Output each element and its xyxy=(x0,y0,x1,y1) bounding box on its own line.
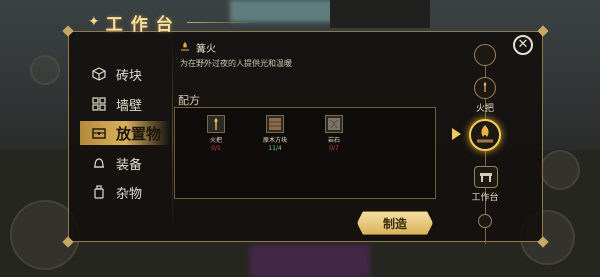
rail-node-previous[interactable] xyxy=(474,44,496,66)
ingredient-count: 11/4 xyxy=(268,145,282,152)
item-header: 篝火 xyxy=(180,40,216,55)
rail-node-torch[interactable] xyxy=(474,77,496,99)
bell-icon xyxy=(92,156,106,170)
campfire-icon xyxy=(475,123,495,147)
selection-arrow-icon xyxy=(452,128,461,140)
page-title: 工作台 xyxy=(105,14,181,35)
ingredient-slot[interactable]: 岩石 0/7 xyxy=(314,115,354,152)
category-bricks[interactable]: 砖块 xyxy=(80,62,170,86)
rail-node-workbench[interactable] xyxy=(474,166,498,188)
title-divider xyxy=(186,21,257,23)
category-label: 杂物 xyxy=(116,186,143,202)
campfire-icon xyxy=(180,41,190,54)
rail-label: 火把 xyxy=(475,104,494,114)
item-name: 篝火 xyxy=(196,44,216,55)
ingredient-count: 0/7 xyxy=(329,145,339,152)
close-icon: ✕ xyxy=(517,37,529,52)
chest-icon xyxy=(92,126,106,140)
ingredient-slot[interactable]: 原木方块 11/4 xyxy=(255,115,295,152)
ingredient-slot[interactable]: 火把 0/1 xyxy=(196,115,236,152)
category-label: 墙壁 xyxy=(116,98,143,114)
category-walls[interactable]: 墙壁 xyxy=(80,92,170,116)
rail-node-next[interactable] xyxy=(478,214,492,228)
torch-icon xyxy=(207,115,225,133)
category-misc[interactable]: 杂物 xyxy=(80,180,170,204)
category-label: 砖块 xyxy=(116,68,143,84)
workbench-icon xyxy=(479,168,493,187)
wall-grid-icon xyxy=(92,97,106,111)
category-divider xyxy=(172,40,173,230)
rail-node-campfire-selected[interactable] xyxy=(469,119,501,151)
ingredient-name: 火把 xyxy=(209,137,222,144)
cube-icon xyxy=(92,67,106,81)
ingredient-name: 岩石 xyxy=(327,137,340,144)
sparkle-icon: ✦ xyxy=(88,14,100,30)
ingredient-name: 原木方块 xyxy=(262,137,287,144)
torch-icon xyxy=(480,79,490,98)
category-label: 放置物 xyxy=(116,124,162,143)
title-bar: ✦ 工作台 xyxy=(88,8,257,36)
jar-icon xyxy=(92,185,106,199)
craft-button[interactable]: 制造 xyxy=(357,211,433,235)
category-equipment[interactable]: 装备 xyxy=(80,151,170,175)
close-button[interactable]: ✕ xyxy=(513,35,533,55)
rock-icon xyxy=(325,115,343,133)
log-block-icon xyxy=(266,115,284,133)
rail-label: 工作台 xyxy=(471,193,499,203)
category-placeables[interactable]: 放置物 xyxy=(80,121,170,145)
category-label: 装备 xyxy=(116,157,143,173)
recipe-label: 配方 xyxy=(178,94,200,107)
item-description: 为在野外过夜的人提供光和温暖 xyxy=(180,59,292,68)
ingredient-count: 0/1 xyxy=(211,145,221,152)
